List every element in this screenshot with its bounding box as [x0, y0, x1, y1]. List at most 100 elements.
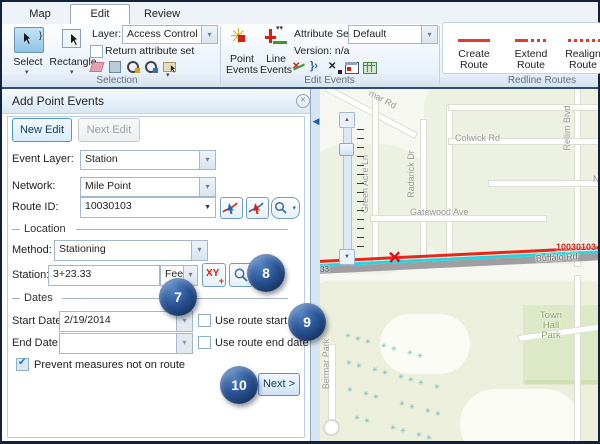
route-number-label: 10030103 [556, 242, 596, 252]
use-route-end-date-checkbox[interactable] [198, 336, 211, 349]
ribbon-tab-bar: Map Edit Review [2, 2, 598, 24]
chevron-down-icon[interactable]: ▾ [292, 204, 296, 212]
station-33-label: 33 [320, 264, 329, 273]
route-id-value: 10030103 [85, 200, 132, 212]
zoom-in-button[interactable]: ▲ [339, 112, 355, 128]
colwick-rd-label: Colwick Rd [455, 133, 500, 143]
prevent-measures-checkbox[interactable] [16, 358, 29, 371]
edit-events-group-label: Edit Events [292, 75, 367, 86]
road-green-acre-ln [372, 95, 379, 269]
realign-route-button[interactable]: Realign Route [563, 49, 600, 71]
event-table-icon[interactable] [363, 61, 377, 74]
layer-value: Access Control [127, 28, 198, 40]
select-all-icon[interactable] [108, 60, 122, 73]
marsh-pattern [345, 325, 449, 437]
callout-9: 9 [288, 303, 326, 341]
park-edge [525, 380, 598, 384]
delete-event-icon[interactable]: ✕ [292, 61, 306, 74]
chevron-down-icon[interactable]: ▾ [199, 151, 215, 169]
layer-combobox[interactable]: Access Control ▾ [122, 25, 218, 44]
map-landcover [460, 389, 580, 441]
zoom-to-selection-icon[interactable] [126, 60, 140, 73]
chevron-down-icon[interactable]: ▾ [25, 68, 29, 76]
attribute-set-combobox[interactable]: Default ▾ [348, 25, 438, 44]
callout-8: 8 [247, 254, 285, 292]
close-icon[interactable]: ✕ [296, 94, 310, 108]
split-event-icon[interactable]: ✕ [328, 61, 342, 74]
zoom-slider-ticks [357, 129, 364, 251]
redline-routes-box: Create Route Extend Route Realign Route [442, 22, 600, 74]
merge-events-icon[interactable]: }› [310, 61, 324, 74]
method-combobox[interactable]: Stationing ▾ [54, 240, 208, 261]
attribute-set-value: Default [353, 28, 386, 40]
event-attributes-window-icon[interactable] [345, 61, 359, 74]
select-route-alternate-button[interactable] [246, 197, 269, 219]
realign-route-icon [568, 39, 600, 42]
gatewood-ave-label: Gatewood Ave [410, 207, 468, 217]
network-combobox[interactable]: Mile Point ▾ [80, 177, 216, 197]
network-value: Mile Point [85, 180, 131, 192]
zoom-slider-thumb[interactable] [339, 143, 354, 156]
rellim-blvd-label: Rellim Blvd [562, 89, 572, 168]
road-rellim-blvd-south [574, 275, 581, 441]
partial-street-label: N [593, 174, 598, 184]
location-section-legend: Location [12, 223, 298, 235]
station-input[interactable]: 3+23.33 [48, 265, 160, 286]
bermar-park-label: Bermar Park [321, 324, 331, 404]
callout-10: 10 [220, 366, 258, 404]
road-horizontal [488, 180, 598, 187]
select-tool-icon[interactable]: } [14, 27, 44, 53]
rectangle-tool-icon[interactable] [60, 27, 86, 51]
select-button[interactable]: Select [4, 57, 52, 68]
buffalo-rd-label: Buffalo Rd [536, 251, 578, 263]
next-button[interactable]: Next > [258, 373, 300, 396]
new-edit-button[interactable]: New Edit [12, 118, 72, 142]
chevron-down-icon[interactable]: ▾ [421, 26, 437, 43]
select-route-on-map-button[interactable] [220, 197, 243, 219]
use-route-end-date-label: Use route end date [215, 337, 309, 349]
prevent-measures-label: Prevent measures not on route [34, 359, 185, 371]
route-id-combobox[interactable]: 10030103 ▼ [80, 197, 216, 218]
ribbon: } Select ▾ Rectangle ▾ Layer: Access Con… [2, 24, 598, 87]
route-search-button[interactable]: ▾ [271, 197, 300, 219]
chevron-down-icon[interactable]: ▾ [201, 26, 217, 43]
end-date-picker[interactable]: ▾ [59, 333, 193, 354]
event-layer-combobox[interactable]: Station ▾ [80, 150, 216, 170]
chevron-down-icon[interactable]: ▾ [199, 178, 215, 196]
start-date-label: Start Date: [12, 315, 65, 327]
cul-de-sac [323, 419, 340, 436]
point-events-icon[interactable]: ✳ [230, 27, 254, 51]
road-rellim-blvd [574, 89, 581, 267]
extend-route-button[interactable]: Extend Route [505, 49, 557, 71]
next-edit-button[interactable]: Next Edit [78, 118, 140, 142]
callout-7: 7 [159, 278, 197, 316]
end-date-label: End Date: [12, 337, 61, 349]
create-route-button[interactable]: Create Route [447, 49, 501, 71]
use-route-start-date-checkbox[interactable] [198, 314, 211, 327]
map-canvas[interactable]: ✕ Buffalo Rd 33 10030103 mar Rd Colwick … [320, 89, 598, 441]
tab-review[interactable]: Review [136, 5, 188, 24]
clear-selection-icon[interactable] [90, 60, 104, 73]
line-events-button[interactable]: Line Events [256, 54, 296, 76]
road-vertical [446, 105, 453, 267]
extend-route-icon [515, 39, 546, 42]
tab-map[interactable]: Map [18, 5, 62, 24]
redline-routes-group-label: Redline Routes [497, 75, 587, 86]
zoom-out-button[interactable]: ▼ [339, 249, 355, 265]
chevron-down-icon[interactable]: ▼ [204, 204, 211, 211]
event-layer-label: Event Layer: [12, 153, 74, 165]
pan-to-selection-icon[interactable] [144, 60, 158, 73]
start-date-value: 2/19/2014 [64, 314, 111, 326]
xy-coordinates-button[interactable]: XY + [202, 263, 226, 287]
road-radarick-dr [420, 119, 427, 269]
group-separator [220, 26, 221, 84]
chevron-down-icon[interactable]: ▾ [191, 241, 207, 260]
town-hall-park-label: Town Hall Park [532, 311, 570, 341]
method-value: Stationing [59, 243, 106, 255]
chevron-down-icon[interactable]: ▾ [176, 334, 192, 353]
station-label: Station: [12, 269, 49, 281]
tab-edit[interactable]: Edit [70, 4, 130, 25]
line-events-icon[interactable]: ▾▾ [264, 27, 290, 51]
return-attribute-set-checkbox[interactable] [90, 45, 103, 58]
chevron-down-icon[interactable]: ▾ [166, 71, 170, 79]
